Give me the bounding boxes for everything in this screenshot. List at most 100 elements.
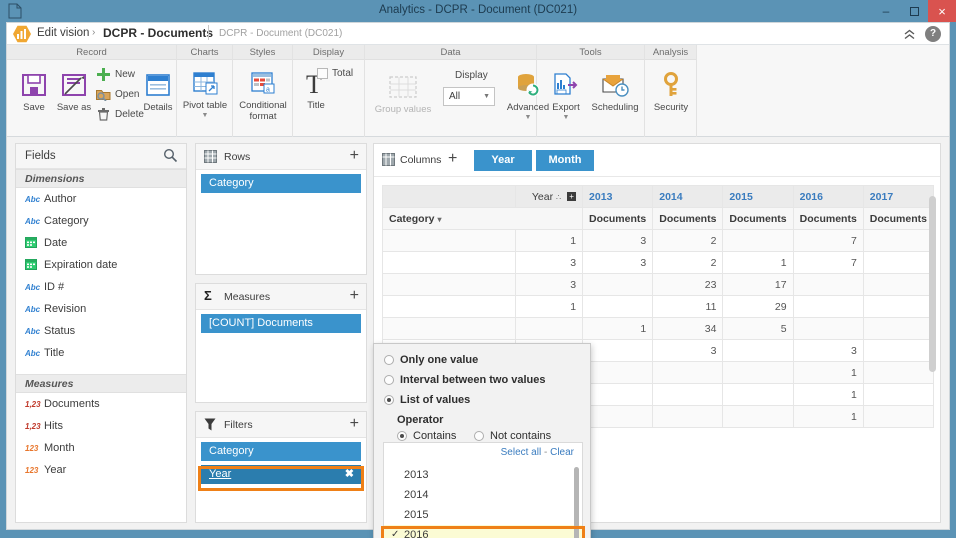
total-checkbox[interactable] (317, 68, 328, 79)
rows-item-category[interactable]: Category (201, 174, 361, 193)
filter-mode-interval[interactable]: Interval between two values (384, 374, 546, 386)
total-checkbox-row[interactable]: Total (317, 68, 353, 79)
column-pill-year[interactable]: Year (474, 150, 532, 171)
field-label: Status (44, 325, 76, 337)
radio-icon[interactable] (384, 355, 394, 365)
filter-mode-only-one-value[interactable]: Only one value (384, 354, 478, 366)
field-item-expiration-date[interactable]: Expiration date (16, 254, 186, 276)
filter-mode-label: List of values (400, 394, 471, 406)
collapse-ribbon-icon[interactable] (901, 27, 917, 42)
columns-grid-icon (382, 153, 395, 169)
field-label: Year (44, 464, 67, 476)
radio-icon[interactable] (474, 431, 484, 441)
year-column-header[interactable]: 2014 (652, 185, 724, 208)
rows-grid-icon (204, 150, 217, 166)
measures-label: Measures (25, 378, 74, 390)
operator-contains[interactable]: Contains (397, 430, 456, 442)
year-column-header[interactable]: 2015 (722, 185, 794, 208)
year-column-header[interactable]: 2013 (582, 185, 654, 208)
export-dropdown-icon[interactable]: ▼ (563, 114, 570, 121)
radio-icon[interactable] (384, 375, 394, 385)
advanced-dropdown-icon[interactable]: ▼ (525, 114, 532, 121)
data-cell: 2 (652, 251, 724, 274)
year-dimension-header[interactable]: Year ∴ + (514, 185, 584, 208)
field-item-year[interactable]: 123 Year (16, 459, 186, 481)
field-label: ID # (44, 281, 65, 293)
scheduling-button[interactable]: Scheduling (589, 68, 641, 113)
add-column-button[interactable]: + (448, 150, 457, 168)
listbox-scrollbar[interactable] (574, 467, 579, 538)
year-column-header[interactable]: 2016 (792, 185, 864, 208)
year-option-2013[interactable]: 2013 (384, 465, 582, 485)
data-cell: 5 (722, 317, 794, 340)
field-label: Documents (44, 398, 100, 410)
filter-mode-list-of-values[interactable]: List of values (384, 394, 470, 406)
field-item-status[interactable]: Abc Status (16, 320, 186, 342)
year-option-2014[interactable]: 2014 (384, 485, 582, 505)
maximize-button[interactable] (900, 0, 928, 22)
security-button[interactable]: Security (648, 68, 694, 113)
expand-icon[interactable]: + (567, 192, 577, 202)
operator-not-contains[interactable]: Not contains (474, 430, 551, 442)
field-item-category[interactable]: Abc Category (16, 210, 186, 232)
conditional-format-button[interactable]: a Conditional format (239, 66, 287, 122)
field-item-month[interactable]: 123 Month (16, 437, 186, 459)
open-button[interactable]: Open (95, 86, 139, 102)
display-select[interactable]: All ▼ (443, 87, 495, 106)
select-all-link[interactable]: Select all (501, 447, 542, 458)
details-button[interactable]: Details (135, 68, 181, 113)
plus-icon (95, 66, 111, 82)
year-column-header[interactable]: 2017 (862, 185, 934, 208)
year-option-label: 2013 (404, 469, 429, 481)
sort-icon[interactable]: ∴ (556, 193, 561, 202)
field-item-hits[interactable]: 1,23 Hits (16, 415, 186, 437)
pivot-table-button[interactable]: Pivot table ▼ (182, 66, 228, 119)
table-row[interactable]: 3 3 2 1 7 (382, 251, 934, 274)
year-values-listbox[interactable]: Select all - Clear 2013 2014 2015 ✓ 2016 (383, 442, 583, 538)
group-values-button[interactable]: Group values (371, 70, 435, 115)
sort-icon[interactable]: ▾ (437, 215, 441, 224)
pivot-table-label: Pivot table (182, 100, 228, 111)
new-button[interactable]: New (95, 66, 135, 82)
export-button[interactable]: Export ▼ (543, 68, 589, 121)
add-filter-button[interactable]: + (350, 415, 359, 433)
data-cell (792, 295, 864, 318)
radio-icon[interactable] (384, 395, 394, 405)
category-dimension-header[interactable]: Category ▾ (382, 207, 584, 230)
data-cell (862, 229, 934, 252)
add-measure-button[interactable]: + (350, 287, 359, 305)
data-cell: 1 (582, 317, 654, 340)
help-icon[interactable]: ? (925, 26, 941, 42)
filters-item-category[interactable]: Category (201, 442, 361, 461)
data-cell (722, 361, 794, 384)
year-option-2016[interactable]: ✓ 2016 (384, 525, 582, 538)
field-item-author[interactable]: Abc Author (16, 188, 186, 210)
table-row[interactable]: 1 3 2 7 (382, 229, 934, 252)
add-row-button[interactable]: + (350, 147, 359, 165)
column-pill-month[interactable]: Month (536, 150, 594, 171)
table-row[interactable]: 3 23 17 (382, 273, 934, 296)
measures-item-count-documents[interactable]: [COUNT] Documents (201, 314, 361, 333)
field-item-date[interactable]: Date (16, 232, 186, 254)
radio-icon[interactable] (397, 431, 407, 441)
group-values-icon (389, 70, 417, 104)
breadcrumb-parent-link[interactable]: Edit vision (37, 27, 89, 39)
close-button[interactable]: × (928, 0, 956, 22)
filters-item-year[interactable]: Year ✖ (201, 465, 361, 484)
field-item-id[interactable]: Abc ID # (16, 276, 186, 298)
table-row[interactable]: 1 11 29 (382, 295, 934, 318)
clear-link[interactable]: Clear (550, 447, 574, 458)
table-vertical-scrollbar[interactable] (929, 196, 936, 372)
field-item-title[interactable]: Abc Title (16, 342, 186, 364)
field-item-revision[interactable]: Abc Revision (16, 298, 186, 320)
save-as-button[interactable]: Save as (51, 68, 97, 113)
pivot-table-dropdown-icon[interactable]: ▼ (202, 112, 209, 119)
data-cell: 3 (514, 273, 584, 296)
search-icon[interactable] (163, 148, 178, 166)
year-option-2015[interactable]: 2015 (384, 505, 582, 525)
minimize-button[interactable]: – (872, 0, 900, 22)
data-cell: 11 (652, 295, 724, 318)
field-item-documents[interactable]: 1,23 Documents (16, 393, 186, 415)
table-row[interactable]: 1 34 5 (382, 317, 934, 340)
remove-filter-icon[interactable]: ✖ (345, 465, 354, 484)
